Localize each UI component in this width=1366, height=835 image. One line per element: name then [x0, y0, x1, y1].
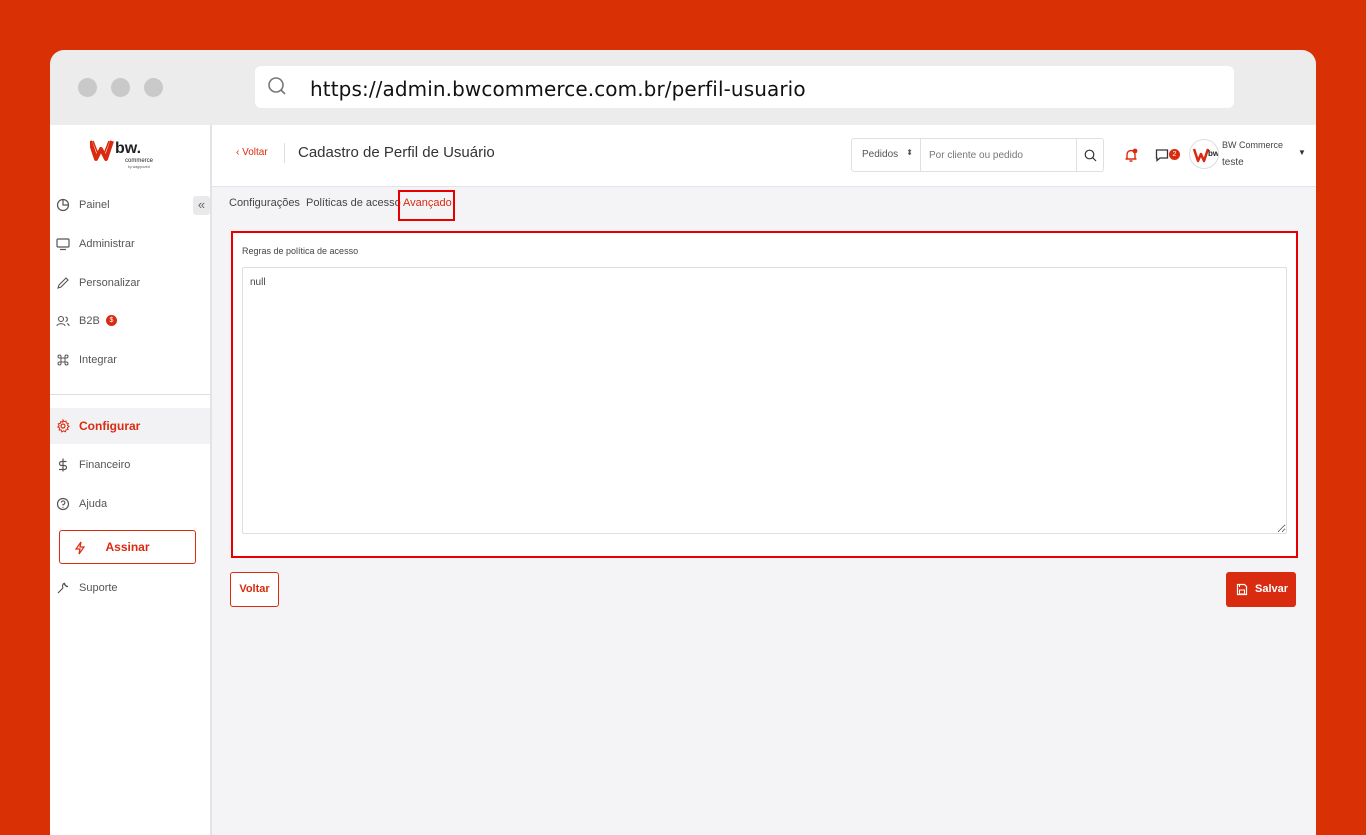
user-name[interactable]: BW Commerce — [1222, 140, 1283, 150]
command-icon — [57, 354, 69, 366]
subscribe-button[interactable]: Assinar — [59, 530, 196, 564]
brand-logo[interactable]: bw. commerce by wagrpozed — [88, 135, 170, 176]
sidebar-item-label: Personalizar — [79, 277, 141, 289]
main-content: Configurações Políticas de acesso Avança… — [212, 187, 1316, 835]
top-back-link[interactable]: ‹ Voltar — [236, 147, 268, 158]
search-button[interactable] — [1076, 139, 1104, 171]
pencil-icon — [57, 277, 69, 289]
title-separator — [284, 143, 285, 163]
tab-politicas-de-acesso[interactable]: Políticas de acesso — [306, 197, 401, 209]
search-input[interactable] — [922, 139, 1076, 171]
browser-window: https://admin.bwcommerce.com.br/perfil-u… — [50, 50, 1316, 835]
address-url[interactable]: https://admin.bwcommerce.com.br/perfil-u… — [310, 77, 806, 101]
advanced-panel: Regras de política de acesso null — [231, 231, 1298, 558]
sidebar-item-painel[interactable]: Painel — [50, 187, 210, 223]
window-maximize-dot[interactable] — [144, 78, 163, 97]
sidebar-item-label: Ajuda — [79, 498, 108, 510]
user-menu-caret-icon[interactable]: ▼ — [1298, 148, 1306, 157]
svg-text:bw.: bw. — [1208, 149, 1219, 158]
sidebar-item-label: Financeiro — [79, 459, 131, 471]
select-caret-icon: ⬍ — [906, 148, 913, 157]
back-button[interactable]: Voltar — [230, 572, 279, 607]
users-icon — [56, 315, 70, 327]
clock-icon — [56, 198, 70, 212]
chat-icon[interactable] — [1155, 148, 1169, 162]
gear-icon — [56, 419, 70, 433]
sidebar-item-suporte[interactable]: Suporte — [50, 570, 210, 606]
window-controls — [78, 78, 163, 97]
sidebar-item-financeiro[interactable]: Financeiro — [50, 447, 210, 483]
window-minimize-dot[interactable] — [111, 78, 130, 97]
sidebar-divider — [50, 394, 210, 395]
subscribe-label: Assinar — [105, 540, 150, 554]
search-icon — [268, 77, 286, 95]
save-label: Salvar — [1255, 583, 1289, 595]
tab-avancado[interactable]: Avançado — [403, 197, 452, 209]
b2b-badge: $ — [106, 315, 117, 326]
sidebar-item-label: Integrar — [79, 354, 117, 366]
avatar[interactable]: bw. — [1189, 139, 1219, 169]
sidebar-item-ajuda[interactable]: Ajuda — [50, 486, 210, 522]
sidebar-item-b2b[interactable]: B2B $ — [50, 303, 210, 339]
search-type-value: Pedidos — [862, 149, 899, 160]
help-icon — [56, 497, 70, 511]
tab-configuracoes[interactable]: Configurações — [229, 197, 300, 209]
user-store[interactable]: teste — [1222, 157, 1244, 168]
svg-text:bw.: bw. — [115, 140, 141, 157]
svg-text:by wagrpozed: by wagrpozed — [128, 165, 150, 169]
sidebar-item-label: Administrar — [79, 238, 135, 250]
sidebar-item-label: Configurar — [79, 419, 141, 433]
lightning-icon — [74, 541, 86, 555]
sidebar-item-label: Suporte — [79, 582, 118, 594]
policy-rules-textarea[interactable]: null — [242, 267, 1287, 534]
top-bar: ‹ Voltar Cadastro de Perfil de Usuário P… — [212, 125, 1316, 187]
order-search: Pedidos ⬍ — [851, 138, 1104, 172]
monitor-icon — [56, 238, 70, 251]
bell-icon[interactable] — [1124, 148, 1138, 163]
svg-text:commerce: commerce — [125, 158, 154, 164]
address-bar[interactable]: https://admin.bwcommerce.com.br/perfil-u… — [255, 66, 1234, 108]
sidebar-item-personalizar[interactable]: Personalizar — [50, 265, 210, 301]
sidebar-item-configurar[interactable]: Configurar — [50, 408, 210, 444]
search-type-select[interactable]: Pedidos ⬍ — [852, 139, 921, 171]
save-button[interactable]: Salvar — [1226, 572, 1296, 607]
chat-badge: 2 — [1169, 149, 1180, 160]
dollar-icon — [58, 458, 68, 472]
sidebar-item-label: B2B — [79, 315, 100, 327]
app-container: bw. commerce by wagrpozed « Painel Admin… — [50, 125, 1316, 835]
policy-rules-label: Regras de política de acesso — [242, 246, 359, 256]
save-icon — [1236, 583, 1248, 596]
sidebar-item-label: Painel — [79, 199, 110, 211]
wrench-icon — [57, 582, 69, 594]
search-icon — [1084, 149, 1097, 161]
window-close-dot[interactable] — [78, 78, 97, 97]
page-title: Cadastro de Perfil de Usuário — [298, 144, 495, 161]
sidebar-item-administrar[interactable]: Administrar — [50, 226, 210, 262]
sidebar: bw. commerce by wagrpozed « Painel Admin… — [50, 125, 212, 835]
sidebar-item-integrar[interactable]: Integrar — [50, 342, 210, 378]
